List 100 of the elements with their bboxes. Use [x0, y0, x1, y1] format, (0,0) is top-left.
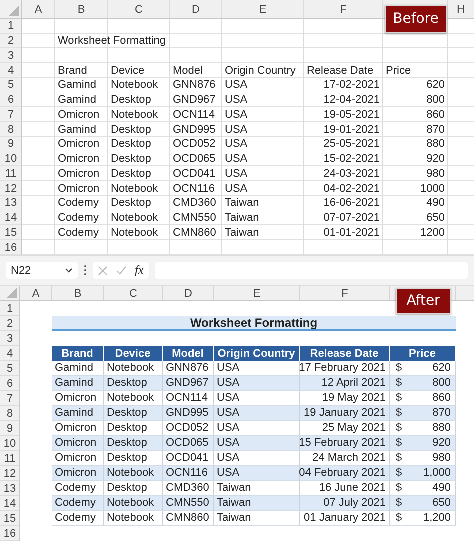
column-header[interactable]: C: [130, 288, 138, 300]
table-cell: USA: [214, 466, 300, 481]
currency-symbol: $: [396, 482, 402, 494]
currency-symbol: $: [396, 512, 402, 524]
table-cell: CMD360: [173, 197, 216, 210]
row-number[interactable]: 9: [6, 422, 14, 434]
row-number[interactable]: 14: [4, 212, 18, 224]
column-header[interactable]: F: [340, 4, 347, 16]
table-cell: 07 July 2021: [300, 496, 390, 511]
row-number[interactable]: 10: [4, 153, 18, 166]
row-number[interactable]: 13: [4, 197, 18, 210]
table-cell: 12-04-2021: [324, 94, 380, 106]
table-cell: CMN550: [173, 212, 216, 224]
table-cell: USA: [225, 108, 248, 121]
row-number[interactable]: 1: [6, 302, 14, 314]
row-number[interactable]: 6: [6, 378, 14, 390]
insert-function-button[interactable]: fx: [135, 263, 144, 278]
row-number[interactable]: 3: [6, 332, 14, 344]
row-number[interactable]: 13: [4, 482, 16, 494]
table-cell: Omicron: [58, 153, 100, 166]
row-number[interactable]: 5: [6, 362, 14, 374]
more-icon[interactable]: [84, 265, 87, 276]
table-cell: USA: [214, 376, 300, 391]
row-number[interactable]: 9: [8, 138, 14, 150]
table-cell: 870: [426, 124, 445, 136]
row-number[interactable]: 8: [6, 408, 14, 420]
currency-symbol: $: [396, 437, 402, 449]
table-cell: Notebook: [104, 496, 163, 511]
column-label: Price: [390, 346, 456, 361]
table-cell: 01 January 2021: [300, 511, 390, 526]
row-number[interactable]: 1: [8, 20, 14, 32]
column-header[interactable]: A: [32, 288, 40, 300]
table-cell: Gamind: [58, 79, 97, 92]
table-cell: 920: [426, 153, 445, 166]
table-cell: 980: [426, 168, 445, 180]
after-badge: After: [396, 288, 451, 314]
row-number[interactable]: 11: [5, 168, 17, 180]
table-cell: GND967: [163, 376, 214, 391]
table-cell: USA: [225, 138, 248, 150]
table-cell: 19-01-2021: [324, 124, 380, 136]
row-number[interactable]: 3: [8, 50, 14, 62]
check-icon[interactable]: [116, 266, 127, 275]
column-label: Origin Country: [225, 64, 296, 77]
column-label: Origin Country: [214, 346, 300, 361]
column-header[interactable]: C: [135, 4, 143, 16]
row-number[interactable]: 10: [4, 438, 16, 450]
column-header[interactable]: E: [253, 288, 261, 300]
column-header[interactable]: D: [192, 4, 200, 16]
table-cell: Notebook: [111, 182, 158, 195]
caret-icon[interactable]: [65, 268, 73, 273]
column-label: Model: [173, 64, 203, 77]
row-number[interactable]: 15: [4, 512, 16, 524]
table-cell: Omicron: [52, 436, 104, 451]
table-cell: Desktop: [104, 406, 163, 421]
row-number[interactable]: 16: [4, 242, 18, 254]
currency-symbol: $: [396, 362, 402, 374]
row-number[interactable]: 12: [4, 468, 16, 480]
cancel-icon[interactable]: [98, 266, 108, 276]
table-cell: Omicron: [58, 138, 100, 150]
column-header[interactable]: B: [78, 4, 86, 16]
row-number[interactable]: 15: [4, 226, 18, 239]
table-cell: Codemy: [58, 197, 99, 210]
column-header[interactable]: F: [342, 288, 348, 300]
column-header[interactable]: E: [259, 4, 267, 16]
table-cell: CMN860: [163, 511, 214, 526]
column-label: Price: [386, 64, 412, 77]
row-number[interactable]: 6: [8, 94, 14, 106]
select-all-icon[interactable]: [7, 288, 17, 298]
row-number[interactable]: 14: [4, 498, 16, 510]
name-box[interactable]: N22: [6, 262, 78, 279]
row-number[interactable]: 4: [8, 64, 14, 77]
row-number[interactable]: 11: [4, 452, 16, 464]
table-cell: Taiwan: [225, 226, 260, 239]
table-cell: Omicron: [58, 108, 100, 121]
row-number[interactable]: 16: [4, 528, 16, 540]
row-number[interactable]: 5: [8, 79, 14, 92]
table-cell: CMN550: [163, 496, 214, 511]
table-cell: Notebook: [111, 108, 158, 121]
select-all-icon[interactable]: [9, 6, 19, 16]
price-amount: 490: [432, 482, 451, 494]
table-cell: Taiwan: [225, 197, 260, 210]
table-cell: Desktop: [111, 138, 152, 150]
table-cell: Notebook: [111, 226, 158, 239]
table-cell: 12 April 2021: [300, 376, 390, 391]
row-number[interactable]: 8: [8, 124, 14, 136]
row-number[interactable]: 7: [8, 108, 14, 121]
row-number[interactable]: 4: [6, 348, 14, 360]
table-cell: USA: [225, 168, 248, 180]
table-cell: 25-05-2021: [324, 138, 380, 150]
row-number[interactable]: 2: [8, 35, 14, 48]
column-header[interactable]: A: [34, 4, 42, 16]
table-cell: Desktop: [104, 436, 163, 451]
row-number[interactable]: 2: [6, 318, 14, 330]
table-cell: GND995: [163, 406, 214, 421]
column-header[interactable]: H: [457, 4, 465, 16]
table-cell: 490: [426, 197, 445, 210]
row-number[interactable]: 12: [4, 182, 18, 195]
column-header[interactable]: D: [184, 288, 192, 300]
column-header[interactable]: B: [74, 288, 82, 300]
row-number[interactable]: 7: [6, 392, 14, 404]
